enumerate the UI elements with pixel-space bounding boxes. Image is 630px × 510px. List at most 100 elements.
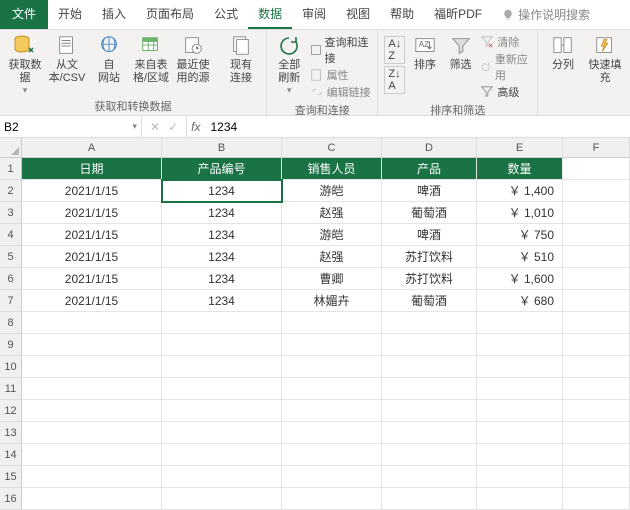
cell[interactable]: ￥ 680 — [477, 290, 563, 312]
name-box-input[interactable] — [4, 120, 84, 134]
advanced-button[interactable]: 高级 — [480, 84, 531, 100]
cell[interactable]: ￥ 1,400 — [477, 180, 563, 202]
cell[interactable] — [162, 466, 282, 488]
col-header-D[interactable]: D — [382, 138, 477, 158]
sort-button[interactable]: AZ 排序 — [409, 34, 441, 72]
cell[interactable]: 葡萄酒 — [382, 290, 477, 312]
cell[interactable]: ￥ 510 — [477, 246, 563, 268]
cell[interactable]: 销售人员 — [282, 158, 382, 180]
sort-asc-button[interactable]: A↓Z — [384, 36, 405, 64]
cell[interactable] — [382, 400, 477, 422]
row-header[interactable]: 16 — [0, 488, 22, 510]
cell[interactable] — [22, 488, 162, 510]
cell[interactable]: 苏打饮料 — [382, 246, 477, 268]
cell[interactable]: 林媚卉 — [282, 290, 382, 312]
row-header[interactable]: 13 — [0, 422, 22, 444]
cell[interactable]: 2021/1/15 — [22, 180, 162, 202]
cell[interactable]: 啤酒 — [382, 180, 477, 202]
cell[interactable] — [563, 422, 630, 444]
row-header[interactable]: 15 — [0, 466, 22, 488]
text-to-cols-button[interactable]: 分列 — [544, 34, 582, 72]
recent-sources-button[interactable]: 最近使 用的源 — [174, 34, 212, 84]
cell[interactable] — [477, 488, 563, 510]
cell[interactable] — [282, 312, 382, 334]
menu-view[interactable]: 视图 — [336, 0, 380, 29]
col-header-F[interactable]: F — [563, 138, 630, 158]
cell[interactable] — [162, 422, 282, 444]
cell[interactable] — [22, 356, 162, 378]
cell[interactable] — [22, 334, 162, 356]
cell[interactable] — [162, 356, 282, 378]
cell[interactable] — [282, 356, 382, 378]
cell[interactable] — [22, 466, 162, 488]
cell[interactable] — [477, 400, 563, 422]
edit-links-button[interactable]: 编辑链接 — [310, 84, 372, 100]
cell[interactable] — [477, 356, 563, 378]
col-header-B[interactable]: B — [162, 138, 282, 158]
cell[interactable]: 苏打饮料 — [382, 268, 477, 290]
col-header-A[interactable]: A — [22, 138, 162, 158]
connections-button[interactable]: 查询和连接 — [310, 34, 372, 66]
cell[interactable] — [22, 378, 162, 400]
cell[interactable] — [563, 180, 630, 202]
menu-pagelayout[interactable]: 页面布局 — [136, 0, 204, 29]
cell[interactable] — [477, 378, 563, 400]
menu-foxit[interactable]: 福昕PDF — [424, 0, 492, 29]
cell[interactable] — [563, 202, 630, 224]
fx-icon[interactable]: fx — [187, 120, 204, 134]
cell[interactable] — [563, 400, 630, 422]
cell[interactable]: 游皑 — [282, 180, 382, 202]
cell[interactable]: 赵强 — [282, 246, 382, 268]
cell[interactable] — [282, 378, 382, 400]
cell[interactable]: 赵强 — [282, 202, 382, 224]
cell[interactable] — [477, 444, 563, 466]
row-header[interactable]: 5 — [0, 246, 22, 268]
row-header[interactable]: 9 — [0, 334, 22, 356]
cell[interactable] — [563, 488, 630, 510]
cell[interactable] — [382, 378, 477, 400]
cell[interactable] — [563, 356, 630, 378]
cell[interactable] — [22, 400, 162, 422]
cell[interactable]: 1234 — [162, 202, 282, 224]
cell[interactable]: 2021/1/15 — [22, 290, 162, 312]
cell[interactable] — [382, 422, 477, 444]
row-header[interactable]: 7 — [0, 290, 22, 312]
cell[interactable] — [563, 290, 630, 312]
cell[interactable]: 1234 — [162, 268, 282, 290]
cell[interactable] — [563, 246, 630, 268]
cell[interactable] — [282, 466, 382, 488]
cell[interactable] — [162, 378, 282, 400]
existing-conn-button[interactable]: 现有 连接 — [222, 34, 260, 84]
cell[interactable] — [162, 334, 282, 356]
properties-button[interactable]: 属性 — [310, 67, 372, 83]
menu-insert[interactable]: 插入 — [92, 0, 136, 29]
cell[interactable] — [563, 334, 630, 356]
cell[interactable] — [563, 268, 630, 290]
cell[interactable] — [162, 444, 282, 466]
cell[interactable] — [22, 444, 162, 466]
cell[interactable]: 2021/1/15 — [22, 246, 162, 268]
cell[interactable] — [282, 444, 382, 466]
from-csv-button[interactable]: 从文 本/CSV — [48, 34, 86, 84]
from-table-button[interactable]: 来自表 格/区域 — [132, 34, 170, 84]
menu-help[interactable]: 帮助 — [380, 0, 424, 29]
cell[interactable]: 2021/1/15 — [22, 224, 162, 246]
row-header[interactable]: 8 — [0, 312, 22, 334]
cell[interactable]: 1234 — [162, 180, 282, 202]
cell[interactable] — [382, 488, 477, 510]
cell[interactable] — [282, 422, 382, 444]
menu-formulas[interactable]: 公式 — [204, 0, 248, 29]
cell[interactable] — [162, 312, 282, 334]
cell[interactable] — [563, 224, 630, 246]
col-header-E[interactable]: E — [477, 138, 563, 158]
from-web-button[interactable]: 自 网站 — [90, 34, 128, 84]
cell[interactable]: 1234 — [162, 246, 282, 268]
cell[interactable] — [563, 158, 630, 180]
cell[interactable]: 日期 — [22, 158, 162, 180]
row-header[interactable]: 3 — [0, 202, 22, 224]
cell[interactable]: 曹卿 — [282, 268, 382, 290]
chevron-down-icon[interactable]: ▾ — [132, 121, 137, 132]
cell[interactable] — [477, 334, 563, 356]
row-header[interactable]: 10 — [0, 356, 22, 378]
row-header[interactable]: 12 — [0, 400, 22, 422]
